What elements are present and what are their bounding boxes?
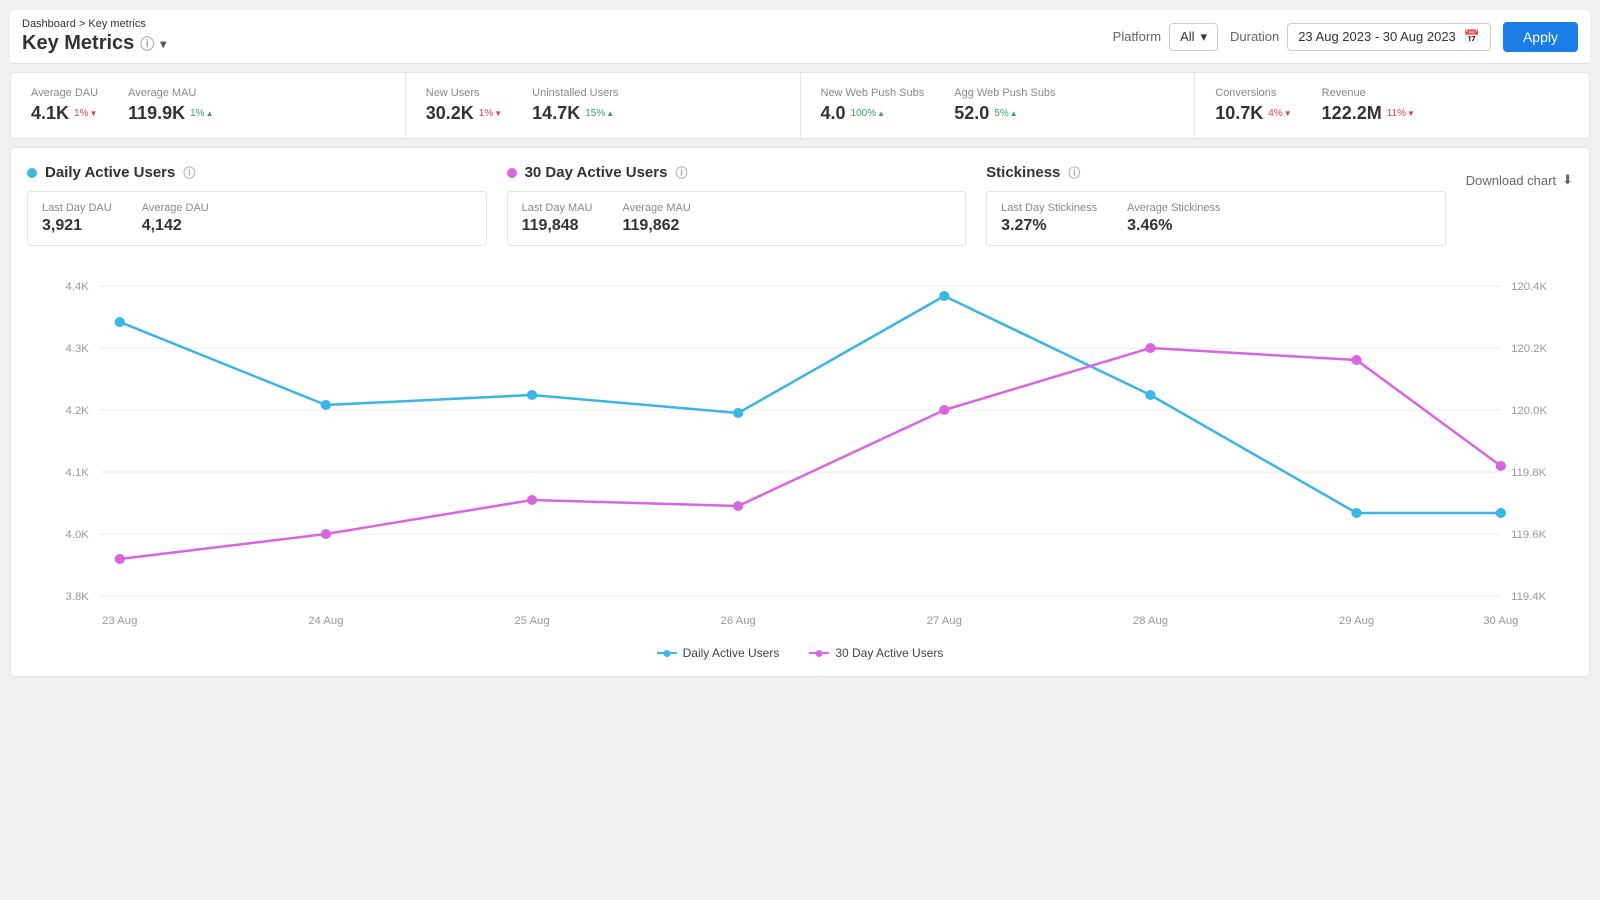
mau-stats-box: Last Day MAU 119,848 Average MAU 119,862 [507, 191, 967, 246]
chevron-down-icon: ▾ [1201, 29, 1208, 45]
page-title: Key Metrics ⓘ ▾ [22, 32, 166, 55]
svg-text:28 Aug: 28 Aug [1133, 615, 1168, 627]
svg-text:26 Aug: 26 Aug [721, 615, 756, 627]
dau-section: Daily Active Users ⓘ Last Day DAU 3,921 … [27, 164, 487, 246]
download-chart-button[interactable]: Download chart ⬇ [1466, 164, 1573, 188]
breadcrumb-parent[interactable]: Dashboard [22, 18, 76, 30]
mau-section: 30 Day Active Users ⓘ Last Day MAU 119,8… [507, 164, 967, 246]
stickiness-last-day: Last Day Stickiness 3.27% [1001, 202, 1097, 235]
svg-text:120.4K: 120.4K [1511, 281, 1547, 293]
platform-label: Platform [1113, 29, 1161, 44]
svg-text:120.2K: 120.2K [1511, 343, 1547, 355]
metrics-row: Average DAU 4.1K 1% Average MAU 119.9K 1… [10, 72, 1590, 139]
metric-group-push: New Web Push Subs 4.0 100% Agg Web Push … [801, 73, 1196, 138]
metric-avg-mau: Average MAU 119.9K 1% [128, 87, 213, 124]
dau-stats-box: Last Day DAU 3,921 Average DAU 4,142 [27, 191, 487, 246]
date-range-picker[interactable]: 23 Aug 2023 - 30 Aug 2023 📅 [1287, 23, 1491, 51]
dau-dot [27, 168, 37, 178]
calendar-icon: 📅 [1464, 29, 1480, 45]
metric-new-users: New Users 30.2K 1% [426, 87, 502, 124]
mau-average: Average MAU 119,862 [623, 202, 691, 235]
breadcrumb-current: Key metrics [88, 18, 145, 30]
download-icon: ⬇ [1562, 172, 1573, 188]
chart-container: 4.4K 4.3K 4.2K 4.1K 4.0K 3.8K 120.4K 120… [27, 256, 1573, 636]
info-icon[interactable]: ⓘ [140, 34, 154, 54]
stickiness-section: Stickiness ⓘ Last Day Stickiness 3.27% A… [986, 164, 1446, 246]
mau-last-day: Last Day MAU 119,848 [522, 202, 593, 235]
breadcrumb: Dashboard > Key metrics [22, 18, 166, 30]
metric-uninstalled: Uninstalled Users 14.7K 15% [532, 87, 618, 124]
mau-title: 30 Day Active Users [525, 164, 668, 181]
svg-text:4.1K: 4.1K [66, 467, 90, 479]
metric-group-dau-mau: Average DAU 4.1K 1% Average MAU 119.9K 1… [11, 73, 406, 138]
svg-text:119.6K: 119.6K [1511, 529, 1547, 541]
svg-text:30 Aug: 30 Aug [1483, 615, 1518, 627]
svg-text:119.4K: 119.4K [1511, 591, 1547, 603]
metric-conversions: Conversions 10.7K 4% [1215, 87, 1291, 124]
svg-text:25 Aug: 25 Aug [514, 615, 549, 627]
dau-average: Average DAU 4,142 [142, 202, 209, 235]
dau-title: Daily Active Users [45, 164, 175, 181]
dau-last-day: Last Day DAU 3,921 [42, 202, 112, 235]
legend-mau: 30 Day Active Users [809, 646, 943, 660]
stickiness-title: Stickiness [986, 164, 1060, 181]
metric-avg-dau: Average DAU 4.1K 1% [31, 87, 98, 124]
svg-text:4.0K: 4.0K [66, 529, 90, 541]
svg-text:120.0K: 120.0K [1511, 405, 1547, 417]
metric-group-users: New Users 30.2K 1% Uninstalled Users 14.… [406, 73, 801, 138]
chevron-down-icon[interactable]: ▾ [160, 37, 166, 51]
svg-text:23 Aug: 23 Aug [102, 615, 137, 627]
platform-select[interactable]: All ▾ [1169, 23, 1218, 51]
mau-info-icon[interactable]: ⓘ [675, 164, 687, 181]
chart-sections-header: Daily Active Users ⓘ Last Day DAU 3,921 … [27, 164, 1573, 246]
chart-legend: Daily Active Users 30 Day Active Users [27, 646, 1573, 660]
svg-text:29 Aug: 29 Aug [1339, 615, 1374, 627]
svg-text:3.8K: 3.8K [66, 591, 90, 603]
dau-info-icon[interactable]: ⓘ [183, 164, 195, 181]
metric-new-web-push: New Web Push Subs 4.0 100% [821, 87, 925, 124]
apply-button[interactable]: Apply [1503, 22, 1578, 52]
stickiness-stats-box: Last Day Stickiness 3.27% Average Sticki… [986, 191, 1446, 246]
stickiness-info-icon[interactable]: ⓘ [1068, 164, 1080, 181]
metric-revenue: Revenue 122.2M 11% [1322, 87, 1415, 124]
legend-dau-line [657, 652, 677, 654]
svg-text:4.2K: 4.2K [66, 405, 90, 417]
svg-text:24 Aug: 24 Aug [308, 615, 343, 627]
mau-dot [507, 168, 517, 178]
legend-dau: Daily Active Users [657, 646, 780, 660]
svg-text:27 Aug: 27 Aug [927, 615, 962, 627]
metric-agg-web-push: Agg Web Push Subs 52.0 5% [954, 87, 1055, 124]
main-chart-card: Daily Active Users ⓘ Last Day DAU 3,921 … [10, 147, 1590, 677]
metric-group-revenue: Conversions 10.7K 4% Revenue 122.2M 11% [1195, 73, 1589, 138]
duration-label: Duration [1230, 29, 1279, 44]
svg-text:4.4K: 4.4K [66, 281, 90, 293]
legend-mau-line [809, 652, 829, 654]
svg-text:4.3K: 4.3K [66, 343, 90, 355]
stickiness-average: Average Stickiness 3.46% [1127, 202, 1220, 235]
svg-text:119.8K: 119.8K [1511, 467, 1547, 479]
